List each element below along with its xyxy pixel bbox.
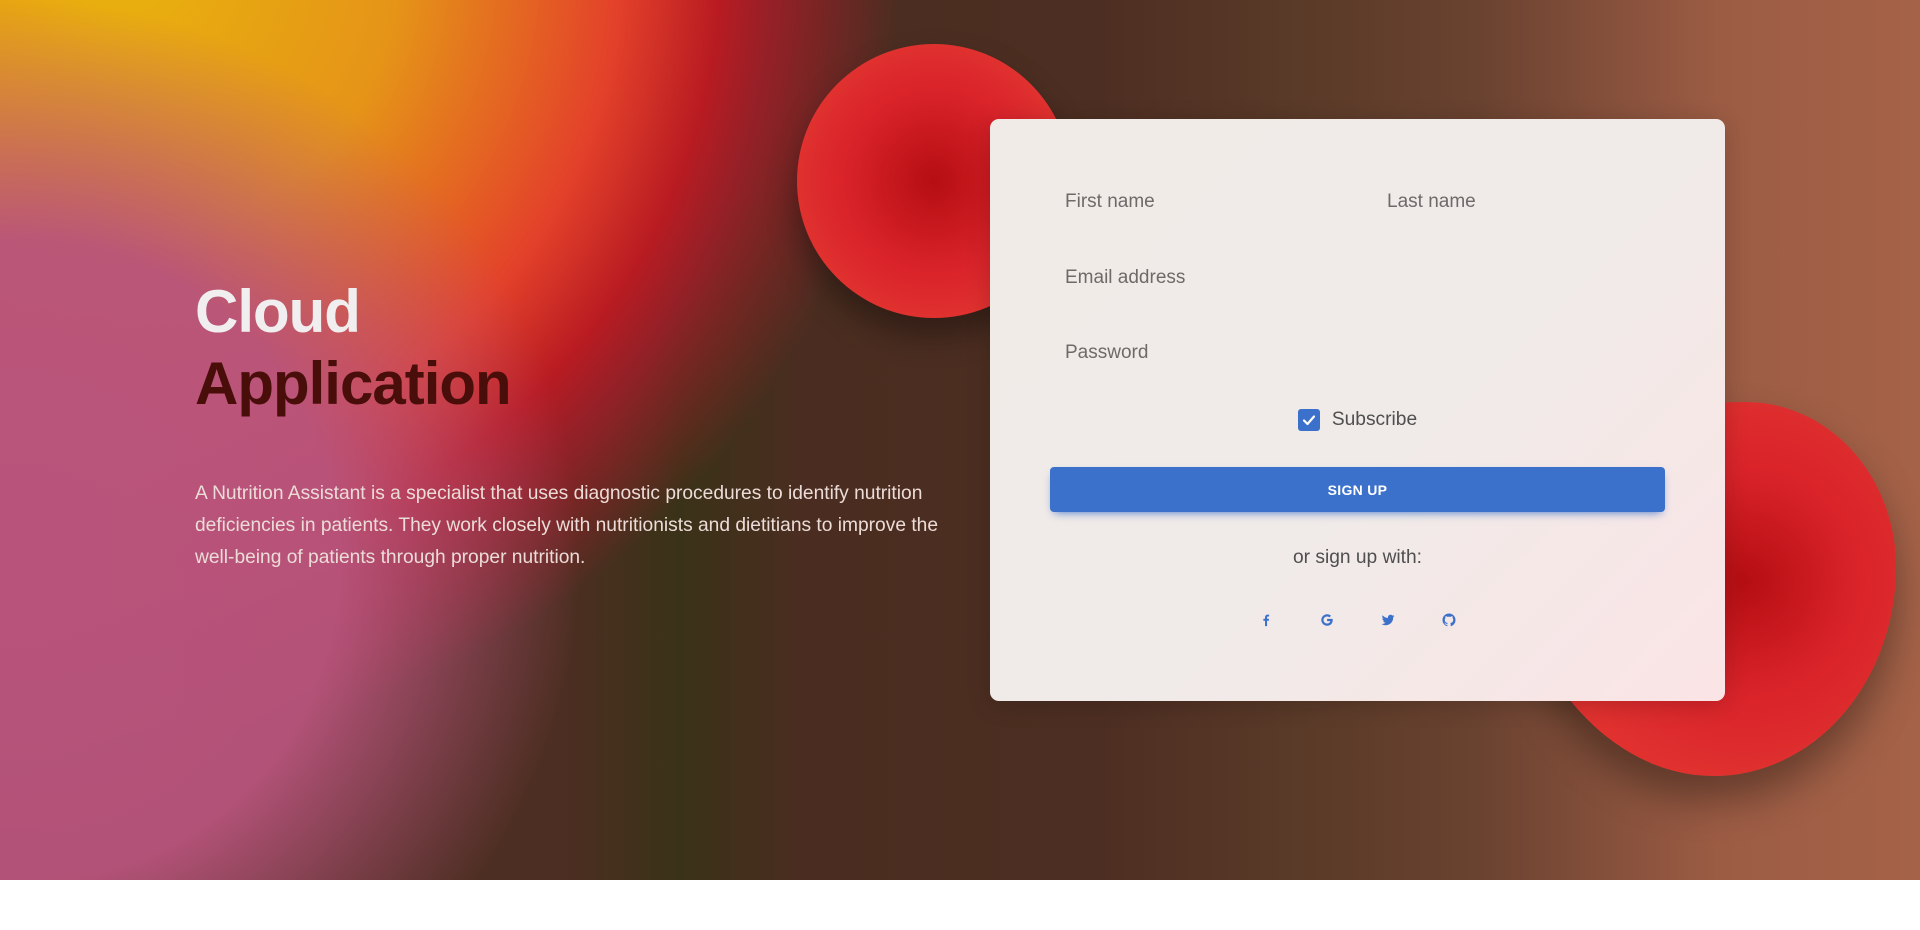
twitter-button[interactable] <box>1368 603 1409 636</box>
last-name-field[interactable] <box>1387 191 1667 213</box>
email-field[interactable] <box>1065 267 1665 289</box>
subscribe-row: Subscribe <box>990 409 1725 431</box>
google-button[interactable] <box>1307 603 1348 636</box>
password-field[interactable] <box>1065 342 1665 364</box>
facebook-icon <box>1263 614 1270 626</box>
password-input[interactable] <box>1065 342 1665 364</box>
subscribe-checkbox[interactable] <box>1297 409 1320 431</box>
title-line-1: Cloud <box>195 278 361 345</box>
first-name-field[interactable] <box>1065 191 1345 213</box>
github-button[interactable] <box>1429 603 1470 636</box>
sign-up-button[interactable]: SIGN UP <box>1050 467 1665 512</box>
subscribe-label[interactable]: Subscribe <box>1332 409 1417 431</box>
email-input[interactable] <box>1065 267 1665 289</box>
check-icon <box>1302 415 1315 426</box>
title-line-2: Application <box>195 350 512 417</box>
hero-description: A Nutrition Assistant is a specialist th… <box>195 483 938 568</box>
last-name-input[interactable] <box>1387 191 1667 213</box>
facebook-button[interactable] <box>1246 603 1287 636</box>
twitter-icon <box>1381 614 1395 625</box>
alt-signup-text: or sign up with: <box>1292 547 1423 568</box>
google-icon <box>1321 613 1333 626</box>
social-login-row <box>990 603 1725 636</box>
first-name-input[interactable] <box>1065 191 1345 213</box>
signup-card: Subscribe SIGN UP or sign up with: <box>990 119 1725 701</box>
github-icon <box>1442 613 1456 626</box>
page-title: Cloud Application <box>195 276 512 420</box>
hero-section: Cloud Application A Nutrition Assistant … <box>0 0 1920 880</box>
